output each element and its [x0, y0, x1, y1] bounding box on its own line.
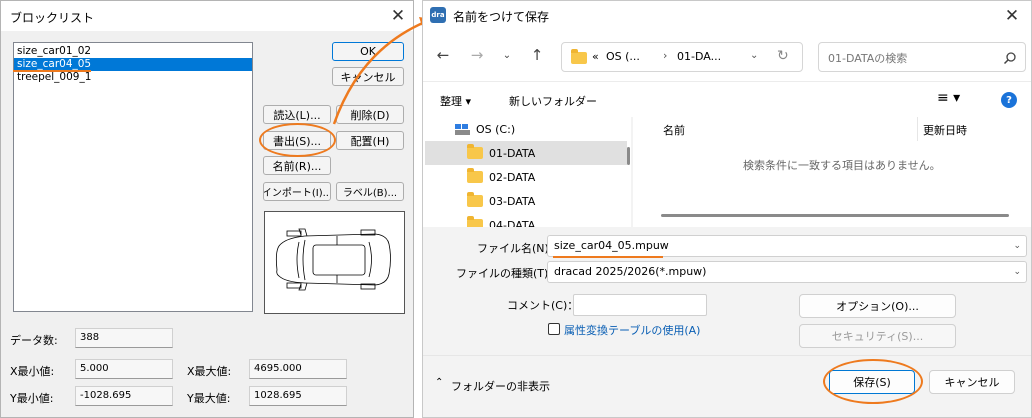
options-button[interactable]: オプション(O)...: [799, 294, 956, 318]
organize-menu[interactable]: 整理 ▾: [440, 93, 471, 109]
tree-label: 02-DATA: [489, 170, 536, 184]
rename-button[interactable]: 名前(R)...: [263, 156, 331, 175]
search-placeholder: 01-DATAの検索: [828, 52, 908, 65]
drive-icon: [455, 123, 470, 135]
horizontal-scrollbar[interactable]: [661, 214, 1009, 217]
ymax-value: 1028.695: [249, 386, 347, 406]
car-preview-drawing: [275, 228, 391, 291]
refresh-icon[interactable]: ↻: [777, 48, 789, 64]
block-list-title: ブロックリスト: [10, 11, 95, 25]
attribute-table-checkbox[interactable]: [548, 323, 560, 335]
block-preview: [264, 211, 405, 314]
tree-label: 04-DATA: [489, 218, 536, 228]
search-box[interactable]: 01-DATAの検索: [818, 42, 1026, 72]
list-item-selected[interactable]: size_car04_05: [14, 58, 252, 71]
tree-item-01-data[interactable]: 01-DATA: [425, 141, 627, 165]
delete-button[interactable]: 削除(D): [336, 105, 404, 124]
xmax-value: 4695.000: [249, 359, 347, 379]
block-listbox[interactable]: size_car01_02 size_car04_05 treepel_009_…: [13, 42, 253, 312]
cancel-button[interactable]: キャンセル: [929, 370, 1015, 394]
close-icon[interactable]: ✕: [383, 2, 413, 30]
filename-input[interactable]: size_car04_05.mpuw ⌄: [547, 235, 1027, 257]
xmin-value: 5.000: [75, 359, 173, 379]
chevron-down-icon[interactable]: ⌄: [1013, 236, 1021, 256]
security-button[interactable]: セキュリティ(S)...: [799, 324, 956, 348]
load-button[interactable]: 読込(L)...: [263, 105, 331, 124]
app-icon: dra: [430, 7, 446, 23]
empty-message: 検索条件に一致する項目はありません。: [743, 159, 941, 172]
label-button[interactable]: ラベル(B)...: [336, 182, 404, 201]
breadcrumb-os[interactable]: OS (...: [606, 50, 640, 63]
navigation-bar: ← → ⌄ ↑ « OS (... › 01-DA... ⌄ ↻ 01-DATA…: [423, 31, 1031, 81]
tree-item-03-data[interactable]: 03-DATA: [425, 189, 627, 213]
xmax-label: X最大値:: [187, 365, 232, 378]
chevron-down-icon[interactable]: ⌄: [750, 50, 758, 61]
block-list-titlebar: ブロックリスト ✕: [1, 1, 413, 31]
folder-icon: [467, 192, 483, 207]
list-item[interactable]: size_car01_02: [14, 45, 252, 58]
up-arrow-icon[interactable]: ↑: [525, 43, 549, 67]
ok-button[interactable]: OK: [332, 42, 404, 61]
ymin-value: -1028.695: [75, 386, 173, 406]
ymax-label: Y最大値:: [187, 392, 231, 405]
list-item[interactable]: treepel_009_1: [14, 71, 252, 84]
save-dialog-title: 名前をつけて保存: [453, 10, 550, 24]
new-folder-button[interactable]: 新しいフォルダー: [509, 93, 597, 109]
search-icon: [1003, 52, 1016, 65]
save-dialog: dra 名前をつけて保存 ✕ ← → ⌄ ↑ « OS (... › 01-DA…: [422, 0, 1032, 418]
filename-label: ファイル名(N):: [477, 242, 553, 255]
forward-arrow-icon[interactable]: →: [465, 43, 489, 67]
save-titlebar: dra 名前をつけて保存 ✕: [423, 1, 1031, 31]
tree-item-drive[interactable]: OS (C:): [425, 117, 627, 141]
divider: [423, 355, 1031, 356]
save-button[interactable]: 保存(S): [829, 370, 915, 394]
hide-folders-button[interactable]: フォルダーの非表示: [451, 378, 550, 394]
breadcrumb-sep: «: [592, 50, 599, 63]
tree-scrollbar[interactable]: [627, 147, 630, 165]
place-button[interactable]: 配置(H): [336, 131, 404, 150]
tree-item-04-data[interactable]: 04-DATA: [425, 213, 627, 227]
tree-label: 03-DATA: [489, 194, 536, 208]
filetype-label: ファイルの種類(T):: [456, 267, 553, 280]
import-button[interactable]: インポート(I)...: [263, 182, 331, 201]
comment-input[interactable]: [573, 294, 707, 316]
folder-icon: [467, 216, 483, 227]
data-count-label: データ数:: [10, 334, 58, 347]
save-form: ファイル名(N): size_car04_05.mpuw ⌄ ファイルの種類(T…: [423, 227, 1031, 417]
breadcrumb-chevron-icon: ›: [663, 49, 668, 62]
xmin-label: X最小値:: [10, 365, 55, 378]
address-bar[interactable]: « OS (... › 01-DA... ⌄ ↻: [561, 42, 803, 72]
cancel-button[interactable]: キャンセル: [332, 67, 404, 86]
help-icon[interactable]: ?: [1001, 92, 1017, 108]
folder-icon: [467, 144, 483, 159]
file-list: 名前 ⌃ 更新日時 検索条件に一致する項目はありません。: [633, 117, 1031, 227]
view-icon[interactable]: ≡ ▾: [937, 90, 960, 106]
column-divider: [917, 117, 918, 141]
comment-label: コメント(C)：: [507, 299, 579, 312]
chevron-down-icon[interactable]: ⌄: [1013, 262, 1021, 282]
chevron-up-icon[interactable]: ⌃: [435, 377, 443, 388]
tree-label: OS (C:): [476, 122, 516, 136]
column-header-name[interactable]: 名前: [663, 122, 685, 138]
tree-item-02-data[interactable]: 02-DATA: [425, 165, 627, 189]
chevron-down-icon[interactable]: ⌄: [495, 43, 519, 67]
attribute-table-label[interactable]: 属性変換テーブルの使用(A): [564, 322, 700, 338]
folder-tree: OS (C:) 01-DATA 02-DATA 03-DATA 04-DATA: [423, 117, 631, 227]
filetype-select[interactable]: dracad 2025/2026(*.mpuw) ⌄: [547, 261, 1027, 283]
data-count-value: 388: [75, 328, 173, 348]
breadcrumb-folder[interactable]: 01-DA...: [677, 50, 721, 63]
block-list-dialog: ブロックリスト ✕ size_car01_02 size_car04_05 tr…: [0, 0, 414, 418]
command-bar: 整理 ▾ 新しいフォルダー ≡ ▾ ?: [423, 81, 1031, 117]
chevron-up-icon: ⌃: [778, 117, 788, 125]
export-button[interactable]: 書出(S)...: [263, 131, 331, 150]
tree-label: 01-DATA: [489, 146, 536, 160]
column-header-modified[interactable]: 更新日時: [923, 122, 967, 138]
ymin-label: Y最小値:: [10, 392, 54, 405]
folder-icon: [571, 49, 587, 64]
folder-icon: [467, 168, 483, 183]
back-arrow-icon[interactable]: ←: [431, 43, 455, 67]
close-icon[interactable]: ✕: [997, 2, 1027, 30]
